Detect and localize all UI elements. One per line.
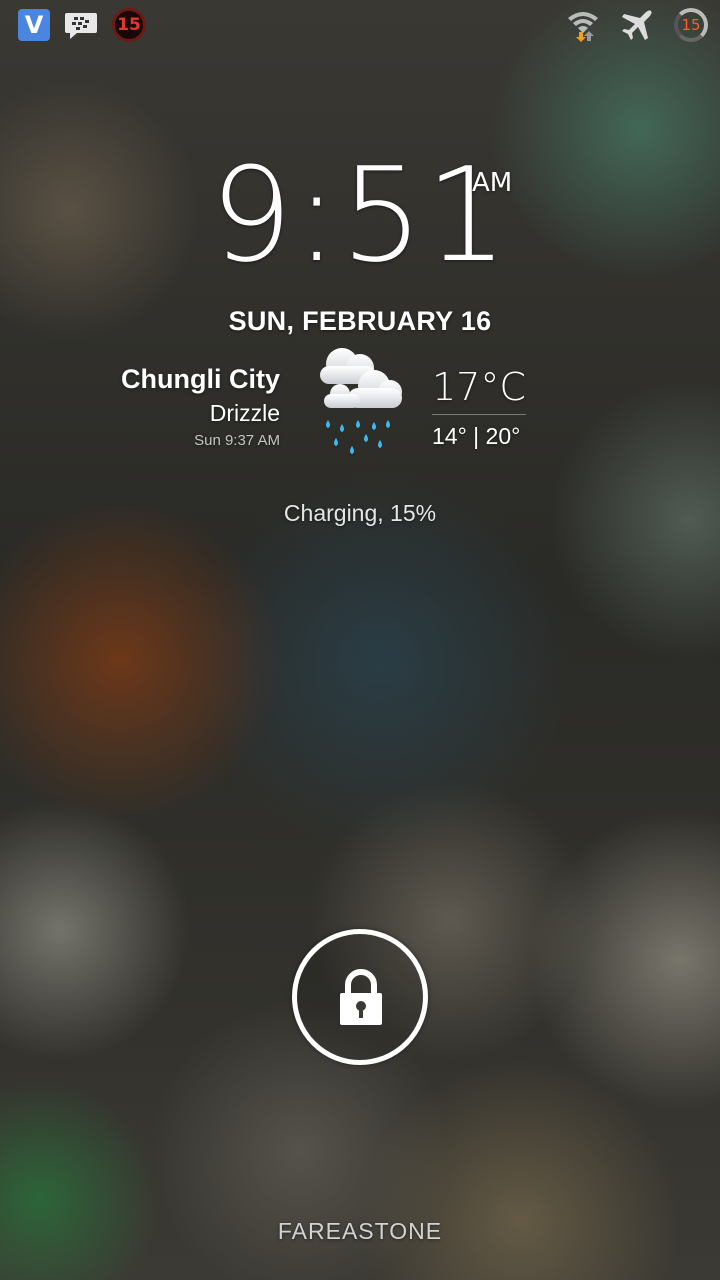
weather-updated-time: Sun 9:37 AM <box>194 432 280 449</box>
lock-icon <box>340 969 382 1025</box>
status-bar-right: 15 <box>566 6 708 44</box>
lockscreen-clock: 9:51 <box>0 150 720 280</box>
battery-icon: 15 <box>674 8 708 42</box>
airplane-mode-icon <box>620 8 654 42</box>
vcast-app-icon: V <box>18 9 50 41</box>
weather-location-block[interactable]: Chungli City Drizzle Sun 9:37 AM <box>121 362 280 449</box>
carrier-label: FAREASTONE <box>277 1218 443 1244</box>
rain-cloud-icon[interactable] <box>312 342 412 462</box>
weather-city: Chungli City <box>121 364 280 394</box>
wifi-icon <box>566 8 600 42</box>
temperature-low-high: 14° | 20° <box>432 423 521 449</box>
weather-condition: Drizzle <box>209 400 280 426</box>
notification-count-icon: 15 <box>112 8 146 42</box>
clock-ampm: AM <box>472 168 513 198</box>
bbm-icon <box>64 8 98 42</box>
charging-status: Charging, 15% <box>283 500 437 526</box>
current-temperature: 17°C <box>432 364 526 415</box>
date-label: SUN, FEBRUARY 16 <box>228 306 492 336</box>
clock-time: 9:51 <box>210 139 510 291</box>
weather-temperature-block[interactable]: 17°C 14° | 20° <box>432 364 526 450</box>
status-bar-left: V 15 <box>18 6 146 44</box>
unlock-button[interactable] <box>292 929 428 1065</box>
